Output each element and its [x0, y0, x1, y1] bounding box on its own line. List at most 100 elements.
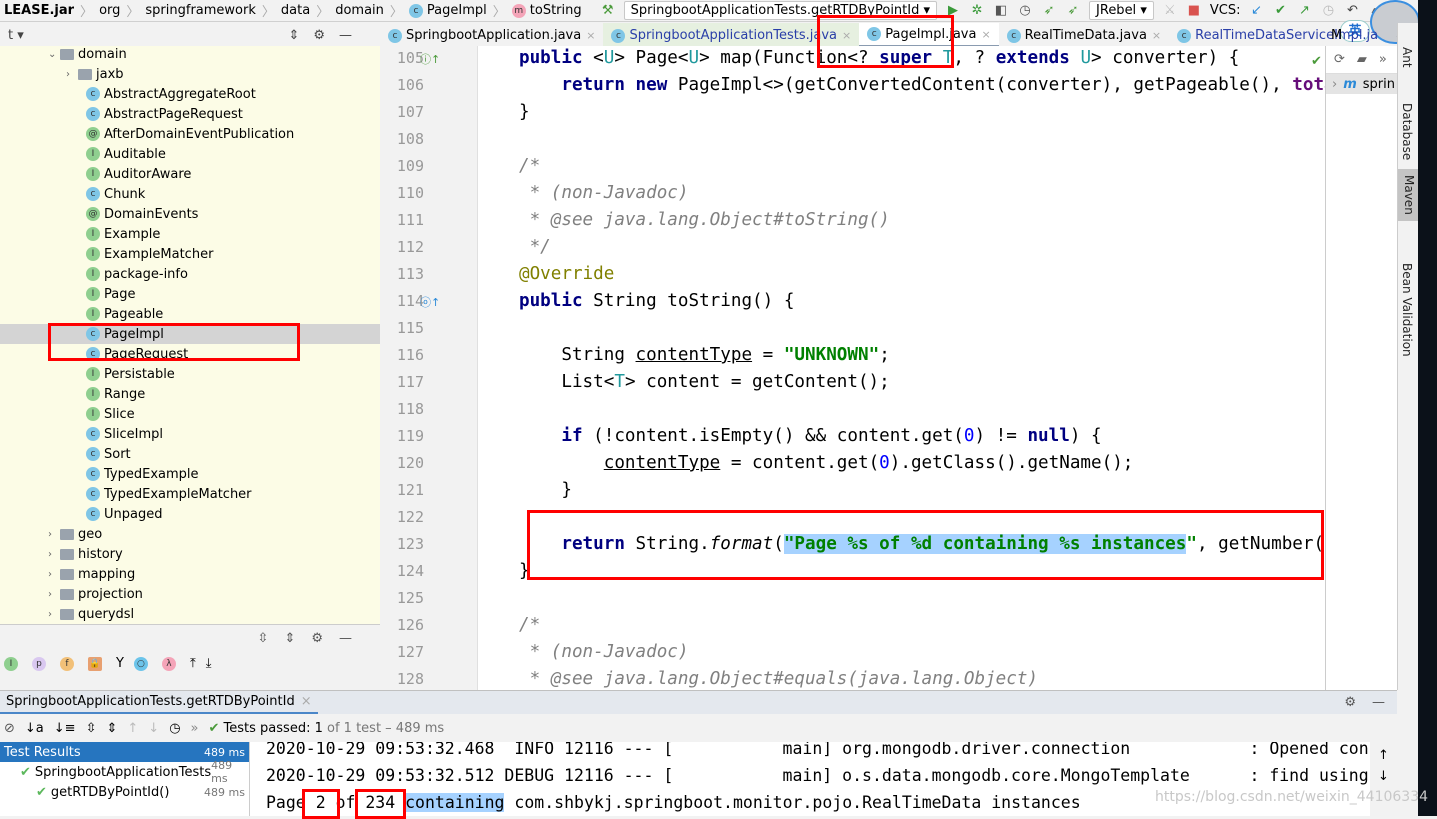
- breadcrumb-item[interactable]: springframework: [141, 3, 259, 18]
- tree-item[interactable]: @ AfterDomainEventPublication: [0, 124, 380, 144]
- more-icon[interactable]: »: [191, 721, 199, 736]
- tree-item[interactable]: c Unpaged: [0, 504, 380, 524]
- debug-icon[interactable]: ✲: [969, 3, 985, 18]
- scroll-down-icon[interactable]: ↓: [1370, 769, 1397, 784]
- run-tab[interactable]: SpringbootApplicationTests.getRTDByPoint…: [0, 691, 318, 715]
- breadcrumb-item[interactable]: data: [277, 3, 314, 18]
- tree-item[interactable]: › projection: [0, 584, 380, 604]
- chevron-right-icon[interactable]: ›: [66, 69, 78, 80]
- tree-item[interactable]: c SliceImpl: [0, 424, 380, 444]
- stop-icon[interactable]: ⊘: [4, 721, 15, 736]
- test-result-item[interactable]: ✔ SpringbootApplicationTests 489 ms: [0, 759, 249, 785]
- profile-icon[interactable]: ◷: [1017, 3, 1033, 18]
- collapse-all-icon[interactable]: ⇕: [284, 631, 295, 646]
- tree-item[interactable]: I Example: [0, 224, 380, 244]
- breadcrumb-item[interactable]: domain: [331, 3, 388, 18]
- close-icon[interactable]: ×: [1152, 29, 1161, 42]
- show-lambdas-icon[interactable]: Y: [116, 656, 124, 671]
- gear-icon[interactable]: ⚙: [311, 631, 323, 646]
- collapse-all-icon[interactable]: ⇕: [288, 28, 299, 43]
- tool-maven[interactable]: Maven: [1398, 169, 1418, 221]
- vcs-update-icon[interactable]: ↙: [1248, 3, 1264, 18]
- sort-duration-icon[interactable]: ↓≡: [54, 721, 76, 736]
- editor-tab[interactable]: c SpringbootApplication.java ×: [380, 23, 603, 48]
- tree-item[interactable]: @ DomainEvents: [0, 204, 380, 224]
- scroll-up-icon[interactable]: ↑: [1370, 742, 1397, 769]
- tool-database[interactable]: Database: [1400, 103, 1414, 160]
- maven-project-item[interactable]: › m sprin: [1326, 74, 1397, 94]
- coverage-icon[interactable]: ◧: [993, 3, 1009, 18]
- reload-icon[interactable]: ⟳: [1334, 52, 1345, 67]
- tree-item[interactable]: Ipackage-info: [0, 264, 380, 284]
- breadcrumb-item[interactable]: m toString: [508, 3, 586, 18]
- tree-item[interactable]: › geo: [0, 524, 380, 544]
- close-icon[interactable]: ×: [586, 29, 595, 42]
- tree-item[interactable]: I ExampleMatcher: [0, 244, 380, 264]
- tree-item[interactable]: ⌄ domain: [0, 46, 380, 64]
- tree-item[interactable]: c AbstractPageRequest: [0, 104, 380, 124]
- show-fields-icon[interactable]: f: [60, 656, 74, 671]
- close-icon[interactable]: ×: [981, 28, 990, 41]
- chevron-right-icon[interactable]: ›: [48, 569, 60, 580]
- autoscroll-to-source-icon[interactable]: ⤒: [190, 656, 196, 671]
- build-hammer-icon[interactable]: ⚒: [600, 3, 616, 18]
- tree-item[interactable]: I Persistable: [0, 364, 380, 384]
- minimize-icon[interactable]: —: [339, 631, 352, 646]
- stop-icon[interactable]: ■: [1186, 3, 1202, 18]
- test-result-item[interactable]: ✔ getRTDByPointId() 489 ms: [0, 782, 249, 802]
- gear-icon[interactable]: ⚙: [313, 28, 325, 43]
- next-failed-icon[interactable]: ↓: [148, 721, 159, 736]
- chevron-right-icon[interactable]: ›: [48, 589, 60, 600]
- chevron-down-icon[interactable]: ⌄: [48, 49, 60, 60]
- expand-all-icon[interactable]: ⇳: [86, 721, 97, 736]
- collapse-all-icon[interactable]: ⇕: [106, 721, 117, 736]
- tree-item[interactable]: c AbstractAggregateRoot: [0, 84, 380, 104]
- expand-all-icon[interactable]: ⇳: [258, 631, 269, 646]
- tree-item[interactable]: c TypedExample: [0, 464, 380, 484]
- chevron-right-icon[interactable]: ›: [48, 549, 60, 560]
- minimize-icon[interactable]: —: [1372, 695, 1385, 710]
- breadcrumb-item[interactable]: org: [95, 3, 124, 18]
- breadcrumb-item[interactable]: LEASE.jar: [0, 3, 78, 18]
- tree-item[interactable]: › querydsl: [0, 604, 380, 624]
- implements-icon[interactable]: ⓘ↑: [420, 51, 440, 67]
- chevron-right-icon[interactable]: ›: [48, 529, 60, 540]
- tree-item[interactable]: c Sort: [0, 444, 380, 464]
- vcs-commit-icon[interactable]: ✔: [1272, 3, 1288, 18]
- lambda-icon[interactable]: λ: [161, 656, 176, 671]
- editor-tab[interactable]: c RealTimeData.java ×: [999, 23, 1169, 48]
- show-anonymous-icon[interactable]: ○: [133, 656, 148, 671]
- rollback-icon[interactable]: ↶: [1344, 3, 1360, 18]
- tool-bean-validation[interactable]: Bean Validation: [1400, 263, 1414, 357]
- history-icon[interactable]: ◷: [1320, 3, 1336, 18]
- prev-failed-icon[interactable]: ↑: [127, 721, 138, 736]
- tree-item[interactable]: I Auditable: [0, 144, 380, 164]
- show-properties-icon[interactable]: p: [32, 656, 46, 671]
- tool-ant[interactable]: Ant: [1400, 47, 1414, 68]
- attach-icon[interactable]: ⚔: [1162, 3, 1178, 18]
- jrebel-debug-icon[interactable]: ➶: [1065, 3, 1081, 18]
- gear-icon[interactable]: ⚙: [1344, 695, 1356, 710]
- tree-item[interactable]: I Page: [0, 284, 380, 304]
- sort-alpha-icon[interactable]: ↓a: [25, 721, 44, 736]
- more-icon[interactable]: »: [1379, 52, 1387, 67]
- autoscroll-from-source-icon[interactable]: ⤓: [206, 656, 212, 671]
- jrebel-run-icon[interactable]: ➶: [1041, 3, 1057, 18]
- history-icon[interactable]: ◷: [169, 721, 180, 736]
- tree-item[interactable]: I AuditorAware: [0, 164, 380, 184]
- folder-icon[interactable]: ▰: [1357, 52, 1367, 67]
- close-icon[interactable]: ×: [301, 694, 312, 709]
- vcs-push-icon[interactable]: ↗: [1296, 3, 1312, 18]
- minimize-icon[interactable]: —: [339, 28, 352, 43]
- overrides-icon[interactable]: ⓞ↑: [420, 294, 440, 310]
- tree-item[interactable]: I Pageable: [0, 304, 380, 324]
- tree-item[interactable]: c Chunk: [0, 184, 380, 204]
- show-inherited-icon[interactable]: I: [4, 656, 18, 671]
- breadcrumb-item[interactable]: c PageImpl: [405, 3, 491, 18]
- tree-item[interactable]: › mapping: [0, 564, 380, 584]
- tree-item[interactable]: › history: [0, 544, 380, 564]
- tree-item[interactable]: I Range: [0, 384, 380, 404]
- tree-item[interactable]: c TypedExampleMatcher: [0, 484, 380, 504]
- tree-item[interactable]: › jaxb: [0, 64, 380, 84]
- code-editor[interactable]: 105 ⓘ↑ 106 107 108 109 110 111 112 113 114 ⓞ↑ 115 116…: [380, 46, 1325, 690]
